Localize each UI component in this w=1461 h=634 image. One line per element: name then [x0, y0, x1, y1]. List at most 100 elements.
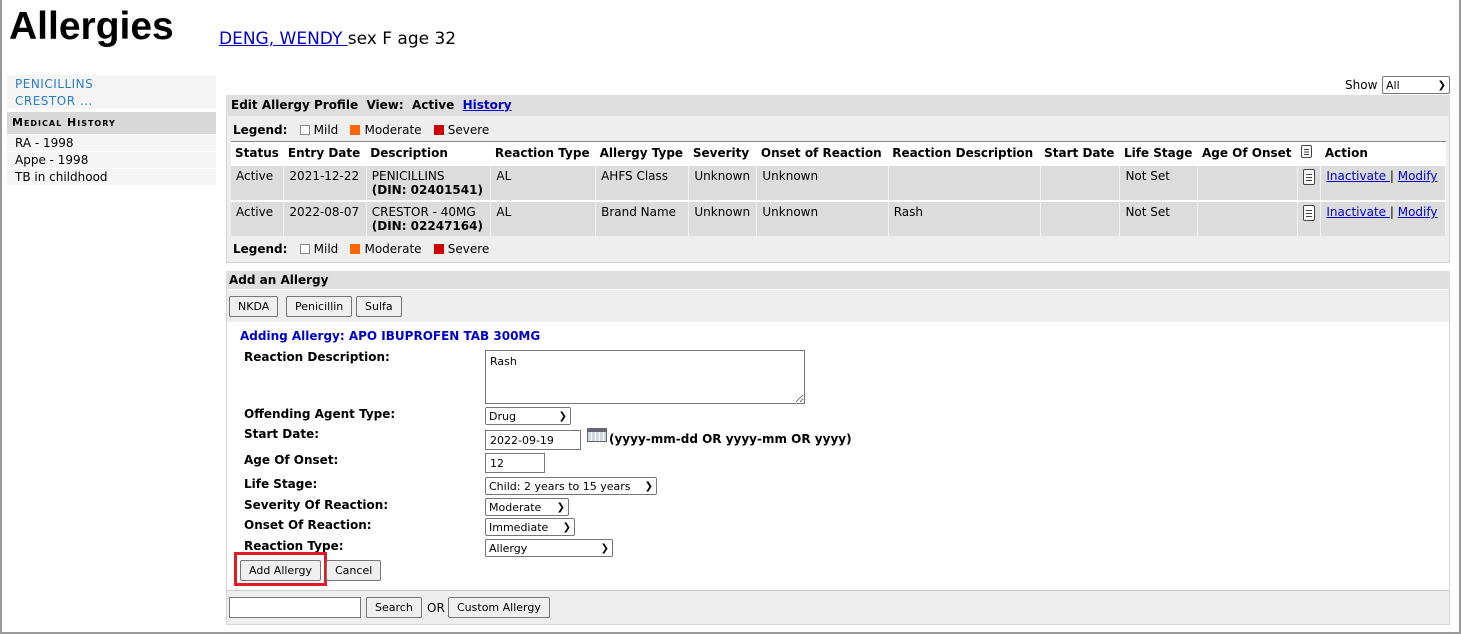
- sulfa-button[interactable]: Sulfa: [356, 296, 402, 317]
- custom-allergy-button[interactable]: Custom Allergy: [448, 597, 550, 618]
- cell-onset: Unknown: [756, 164, 889, 201]
- description-text: CRESTOR - 40MG: [371, 205, 476, 219]
- cell-description: PENICILLINS (DIN: 02401541): [366, 164, 492, 201]
- col-action: Action: [1320, 141, 1446, 165]
- adding-allergy-label: Adding Allergy: APO IBUPROFEN TAB 300MG: [240, 329, 541, 343]
- inactivate-link[interactable]: Inactivate: [1326, 205, 1390, 219]
- cell-age-onset: [1197, 164, 1298, 201]
- allergy-search-input[interactable]: [229, 597, 361, 618]
- penicillin-button[interactable]: Penicillin: [286, 296, 353, 317]
- profile-title: Edit Allergy Profile: [231, 98, 359, 112]
- notes-icon[interactable]: [1302, 169, 1315, 185]
- age-onset-label: Age Of Onset:: [244, 453, 339, 467]
- life-stage-select[interactable]: Child: 2 years to 15 years ❯: [485, 477, 657, 495]
- legend-severe: Severe: [447, 242, 490, 256]
- cancel-button[interactable]: Cancel: [326, 560, 382, 581]
- chevron-down-icon: ❯: [562, 521, 571, 533]
- reaction-description-label: Reaction Description:: [244, 350, 390, 364]
- sidebar-allergy-crestor[interactable]: CRESTOR ...: [7, 93, 216, 110]
- cell-reaction-type: AL: [490, 200, 597, 236]
- add-allergy-panel: [226, 271, 1450, 625]
- table-row: Active 2021-12-22 PENICILLINS (DIN: 0240…: [231, 164, 1446, 201]
- allergy-table: Status Entry Date Description Reaction T…: [231, 141, 1446, 236]
- onset-select[interactable]: Immediate ❯: [485, 518, 575, 536]
- cell-status: Active: [231, 200, 285, 236]
- cell-reaction-description: Rash: [888, 200, 1041, 236]
- cell-entry-date: 2021-12-22: [283, 164, 367, 201]
- modify-link[interactable]: Modify: [1398, 169, 1438, 183]
- reaction-type-value: Allergy: [489, 541, 528, 555]
- mild-swatch: [299, 244, 310, 254]
- severity-select[interactable]: Moderate ❯: [485, 498, 569, 516]
- search-button[interactable]: Search: [366, 597, 422, 618]
- inactivate-link[interactable]: Inactivate: [1326, 169, 1390, 183]
- date-format-hint: (yyyy-mm-dd OR yyyy-mm OR yyyy): [609, 432, 852, 446]
- age-onset-input[interactable]: [485, 453, 545, 473]
- col-entry-date: Entry Date: [283, 141, 367, 165]
- action-separator: |: [1389, 169, 1394, 183]
- onset-value: Immediate: [489, 520, 549, 534]
- legend-severe: Severe: [447, 123, 490, 137]
- cell-severity: Unknown: [688, 200, 758, 236]
- cell-reaction-type: AL: [490, 164, 597, 201]
- offending-agent-value: Drug: [489, 409, 516, 423]
- highlight-box: [234, 552, 327, 586]
- din-text: (DIN: 02247164): [371, 219, 483, 233]
- col-status: Status: [231, 141, 284, 165]
- description-text: PENICILLINS: [371, 169, 445, 183]
- patient-name-link[interactable]: DENG, WENDY: [219, 29, 348, 49]
- add-allergy-header: Add an Allergy: [226, 271, 1450, 289]
- offending-agent-label: Offending Agent Type:: [244, 407, 396, 421]
- cell-notes: [1297, 164, 1322, 201]
- legend-moderate: Moderate: [364, 123, 422, 137]
- calendar-icon[interactable]: [587, 428, 607, 442]
- cell-life-stage: Not Set: [1119, 200, 1199, 236]
- col-start-date: Start Date: [1040, 141, 1120, 165]
- show-label: Show: [1345, 78, 1378, 92]
- col-age-onset: Age Of Onset: [1197, 141, 1298, 165]
- cell-action: Inactivate | Modify: [1320, 164, 1446, 201]
- col-notes: [1297, 141, 1321, 165]
- col-onset: Onset of Reaction: [756, 141, 889, 165]
- legend-bottom: Legend: Mild Moderate Severe: [233, 241, 489, 257]
- onset-label: Onset Of Reaction:: [244, 518, 372, 532]
- life-stage-value: Child: 2 years to 15 years: [489, 479, 631, 493]
- reaction-type-select[interactable]: Allergy ❯: [485, 539, 613, 557]
- view-history-link[interactable]: History: [463, 98, 512, 112]
- col-severity: Severity: [688, 141, 757, 165]
- chevron-down-icon: ❯: [1437, 79, 1446, 91]
- cell-start-date: [1040, 200, 1121, 236]
- legend-label: Legend:: [233, 242, 288, 256]
- chevron-down-icon: ❯: [556, 501, 565, 513]
- cell-start-date: [1040, 164, 1121, 201]
- cell-allergy-type: AHFS Class: [595, 164, 690, 201]
- table-header-row: Status Entry Date Description Reaction T…: [231, 141, 1446, 165]
- quick-add-row: [227, 290, 1449, 322]
- sidebar-medical-history-heading: Medical History: [7, 112, 216, 134]
- cell-description: CRESTOR - 40MG (DIN: 02247164): [366, 200, 492, 236]
- cell-age-onset: [1197, 200, 1298, 236]
- patient-header: DENG, WENDY sex F age 32: [219, 28, 456, 50]
- page-title: Allergies: [9, 5, 174, 48]
- or-label: OR: [427, 601, 445, 615]
- legend-mild: Mild: [313, 123, 339, 137]
- cell-notes: [1297, 200, 1322, 236]
- sidebar-allergy-penicillins[interactable]: PENICILLINS: [7, 76, 216, 93]
- chevron-down-icon: ❯: [600, 542, 609, 554]
- reaction-description-textarea[interactable]: Rash: [485, 350, 805, 404]
- notes-icon[interactable]: [1302, 205, 1315, 221]
- sidebar-history-item: TB in childhood: [7, 169, 216, 185]
- col-description: Description: [366, 141, 491, 165]
- show-filter-select[interactable]: All ❯: [1382, 76, 1450, 94]
- action-separator: |: [1389, 205, 1394, 219]
- severe-swatch: [433, 244, 444, 254]
- modify-link[interactable]: Modify: [1398, 205, 1438, 219]
- offending-agent-select[interactable]: Drug ❯: [485, 407, 571, 425]
- legend-moderate: Moderate: [364, 242, 422, 256]
- col-reaction-description: Reaction Description: [888, 141, 1041, 165]
- legend-mild: Mild: [313, 242, 339, 256]
- nkda-button[interactable]: NKDA: [229, 296, 279, 317]
- severe-swatch: [433, 125, 444, 135]
- start-date-input[interactable]: [485, 430, 581, 450]
- cell-allergy-type: Brand Name: [595, 200, 690, 236]
